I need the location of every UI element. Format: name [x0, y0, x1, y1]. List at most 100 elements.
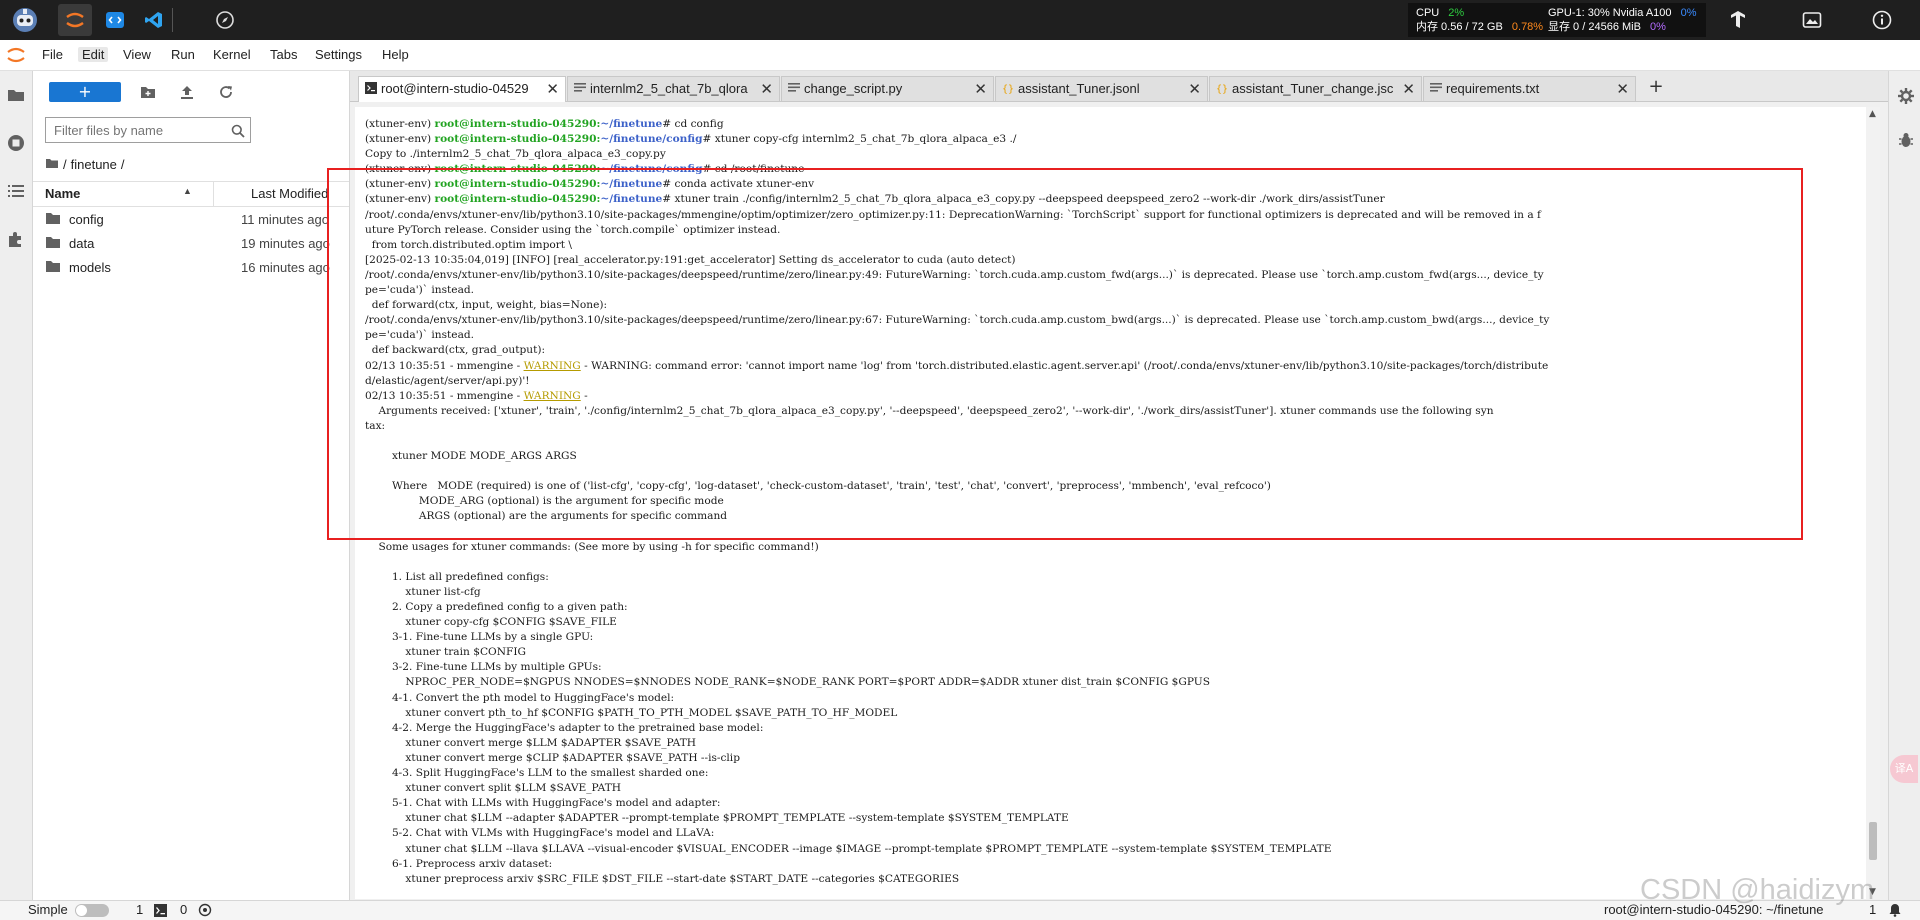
- extensions-icon[interactable]: [4, 227, 28, 251]
- term-line: 02/13 10:35:51 - mmengine - WARNING -: [365, 389, 588, 402]
- text-file-icon: [788, 82, 800, 97]
- menu-settings[interactable]: Settings: [311, 47, 366, 62]
- refresh-icon[interactable]: [215, 82, 237, 102]
- terminal-scrollbar[interactable]: ▲ ▼: [1866, 107, 1880, 899]
- term-line: 5-1. Chat with LLMs with HuggingFace's m…: [365, 797, 721, 810]
- cpu-label: CPU: [1416, 7, 1440, 19]
- vscode-app-icon[interactable]: [137, 4, 171, 36]
- column-name[interactable]: Name: [45, 186, 80, 201]
- simple-mode-toggle[interactable]: [75, 904, 109, 917]
- scroll-up-icon[interactable]: ▲: [1869, 109, 1876, 119]
- file-name: config: [69, 212, 104, 227]
- term-line: (xtuner-env) root@intern-studio-045290:~…: [365, 178, 815, 191]
- file-row-config[interactable]: config 11 minutes ago: [33, 207, 349, 231]
- term-line: xtuner list-cfg: [365, 585, 481, 598]
- folder-icon[interactable]: [45, 157, 59, 172]
- filter-files-input[interactable]: [52, 122, 226, 139]
- file-name: data: [69, 236, 95, 251]
- tab-requirements[interactable]: requirements.txt ✕: [1423, 76, 1636, 101]
- tab-change-script[interactable]: change_script.py ✕: [781, 76, 994, 101]
- table-of-contents-icon[interactable]: [4, 179, 28, 203]
- term-line: /root/.conda/envs/xtuner-env/lib/python3…: [365, 268, 1544, 281]
- terminal-icon: [365, 82, 377, 97]
- close-icon[interactable]: ✕: [1402, 80, 1415, 98]
- running-kernels-icon[interactable]: [4, 131, 28, 155]
- svg-text:{}: {}: [1216, 84, 1228, 94]
- column-divider[interactable]: [213, 182, 214, 206]
- term-line: 4-3. Split HuggingFace's LLM to the smal…: [365, 767, 709, 780]
- menu-help[interactable]: Help: [378, 47, 413, 62]
- compass-icon[interactable]: [208, 4, 242, 36]
- tab-terminal[interactable]: root@intern-studio-04529 ✕: [358, 76, 566, 102]
- tab-label: requirements.txt: [1446, 81, 1540, 96]
- term-line: /root/.conda/envs/xtuner-env/lib/python3…: [365, 208, 1541, 221]
- menu-bar: File Edit View Run Kernel Tabs Settings …: [0, 40, 1920, 71]
- menu-file[interactable]: File: [38, 47, 67, 62]
- term-line: xtuner copy-cfg $CONFIG $SAVE_FILE: [365, 616, 617, 629]
- file-row-models[interactable]: models 16 minutes ago: [33, 255, 349, 279]
- tab-config-file[interactable]: internlm2_5_chat_7b_qlora ✕: [567, 76, 780, 101]
- tensorflow-icon[interactable]: [1726, 8, 1750, 32]
- term-line: Copy to ./internlm2_5_chat_7b_qlora_alpa…: [365, 148, 666, 161]
- breadcrumb-folder[interactable]: finetune: [71, 157, 117, 172]
- term-line: 3-1. Fine-tune LLMs by a single GPU:: [365, 631, 594, 644]
- close-icon[interactable]: ✕: [974, 80, 987, 98]
- term-line: 1. List all predefined configs:: [365, 570, 549, 583]
- translate-icon[interactable]: 译A: [1890, 755, 1918, 783]
- term-line: tax:: [365, 419, 386, 432]
- folder-icon: [45, 211, 61, 228]
- terminal-panel[interactable]: (xtuner-env) root@intern-studio-045290:~…: [355, 107, 1866, 899]
- file-browser-panel: + / finetune / Name ▲ Last Modified conf…: [33, 71, 350, 901]
- debugger-bug-icon[interactable]: [1895, 129, 1917, 151]
- upload-icon[interactable]: [176, 82, 198, 102]
- kernel-count: 0: [180, 902, 188, 917]
- term-line: xtuner convert split $LLM $SAVE_PATH: [365, 782, 622, 795]
- breadcrumb-separator: /: [120, 157, 125, 172]
- notification-bell-icon[interactable]: [1888, 903, 1902, 920]
- info-icon[interactable]: [1870, 8, 1894, 32]
- close-icon[interactable]: ✕: [1616, 80, 1629, 98]
- add-tab-button[interactable]: +: [1644, 76, 1668, 100]
- image-viewer-icon[interactable]: [1800, 8, 1824, 32]
- breadcrumb-root[interactable]: /: [63, 157, 67, 172]
- json-file-icon: {}: [1002, 82, 1014, 97]
- close-icon[interactable]: ✕: [760, 80, 773, 98]
- folder-icon: [45, 259, 61, 276]
- close-icon[interactable]: ✕: [546, 80, 559, 98]
- term-line: (xtuner-env) root@intern-studio-045290:~…: [365, 163, 805, 176]
- kernel-status-icon[interactable]: [198, 903, 212, 920]
- term-line: Arguments received: ['xtuner', 'train', …: [365, 404, 1494, 417]
- term-line: xtuner convert pth_to_hf $CONFIG $PATH_T…: [365, 706, 898, 719]
- menu-tabs[interactable]: Tabs: [266, 47, 301, 62]
- menu-edit[interactable]: Edit: [78, 47, 109, 62]
- robot-avatar-icon[interactable]: [8, 4, 42, 36]
- jupyter-app-icon[interactable]: [58, 4, 92, 36]
- tab-assistant-tuner-jsonl[interactable]: {} assistant_Tuner.jsonl ✕: [995, 76, 1208, 101]
- vram-value: 0%: [1650, 21, 1666, 33]
- topbar-divider: [172, 8, 173, 32]
- new-launcher-button[interactable]: +: [49, 82, 121, 102]
- file-row-data[interactable]: data 19 minutes ago: [33, 231, 349, 255]
- term-line: 4-1. Convert the pth model to HuggingFac…: [365, 691, 675, 704]
- menu-kernel[interactable]: Kernel: [209, 47, 255, 62]
- terminal-output[interactable]: (xtuner-env) root@intern-studio-045290:~…: [355, 107, 1866, 887]
- property-inspector-gear-icon[interactable]: [1895, 85, 1917, 107]
- column-last-modified[interactable]: Last Modified: [251, 186, 328, 201]
- term-line: pe='cuda')` instead.: [365, 329, 475, 342]
- folder-icon[interactable]: [4, 83, 28, 107]
- scrollbar-thumb[interactable]: [1869, 822, 1877, 860]
- tab-assistant-tuner-change[interactable]: {} assistant_Tuner_change.jsc ✕: [1209, 76, 1422, 101]
- gpu-value: 0%: [1680, 7, 1697, 19]
- menu-view[interactable]: View: [119, 47, 155, 62]
- new-folder-icon[interactable]: [137, 82, 159, 102]
- term-line: xtuner train $CONFIG: [365, 646, 527, 659]
- file-modified: 19 minutes ago: [241, 236, 330, 251]
- left-activity-bar: [0, 71, 33, 901]
- sort-ascending-icon[interactable]: ▲: [183, 186, 192, 196]
- code-app-icon[interactable]: [98, 4, 132, 36]
- menu-run[interactable]: Run: [167, 47, 199, 62]
- simple-mode-label: Simple: [28, 902, 68, 917]
- close-icon[interactable]: ✕: [1188, 80, 1201, 98]
- term-line: def forward(ctx, input, weight, bias=Non…: [365, 299, 608, 312]
- term-line: (xtuner-env) root@intern-studio-045290:~…: [365, 133, 1017, 146]
